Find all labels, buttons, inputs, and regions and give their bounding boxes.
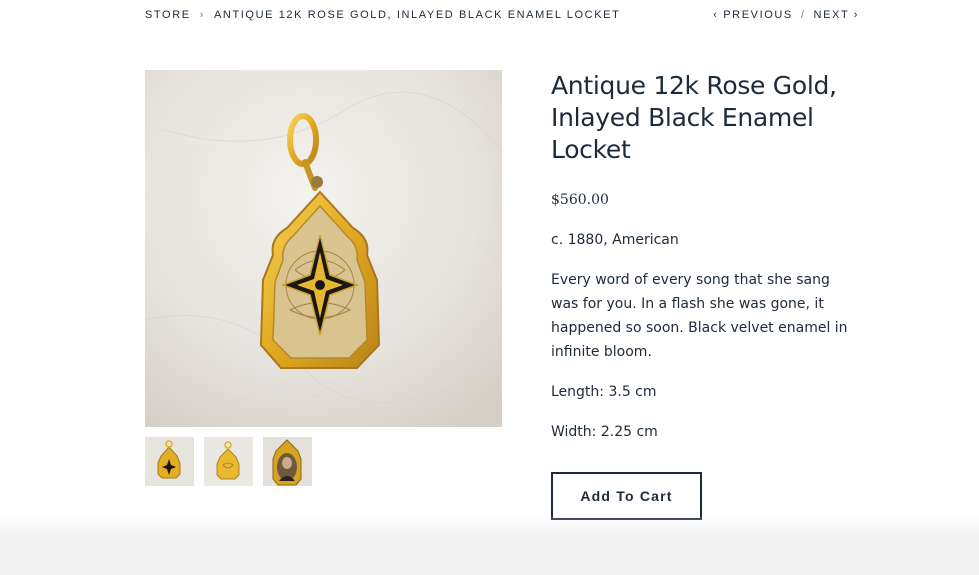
- product-width: Width: 2.25 cm: [551, 424, 658, 440]
- thumbnail-open-portrait[interactable]: [263, 437, 312, 486]
- thumbnail-back[interactable]: [204, 437, 253, 486]
- product-length: Length: 3.5 cm: [551, 384, 657, 400]
- previous-link[interactable]: ‹ PREVIOUS: [713, 9, 793, 21]
- add-to-cart-button[interactable]: Add To Cart: [551, 472, 702, 520]
- thumbnail-front-image: [145, 437, 194, 486]
- scroll-fade: [0, 515, 979, 539]
- product-price: $560.00: [551, 192, 609, 208]
- breadcrumb: STORE › ANTIQUE 12K ROSE GOLD, INLAYED BLA…: [145, 9, 620, 21]
- thumbnail-back-image: [204, 437, 253, 486]
- breadcrumb-current: ANTIQUE 12K ROSE GOLD, INLAYED BLACK ENA…: [213, 9, 621, 21]
- product-pager: ‹ PREVIOUS / NEXT ›: [713, 9, 859, 21]
- product-description: Every word of every song that she sang w…: [551, 272, 848, 360]
- product-title: Antique 12k Rose Gold, Inlayed Black Ena…: [551, 71, 837, 164]
- product-origin: c. 1880, American: [551, 232, 679, 248]
- thumbnail-front[interactable]: [145, 437, 194, 486]
- breadcrumb-separator: ›: [199, 9, 205, 21]
- next-link[interactable]: NEXT ›: [814, 9, 859, 21]
- bottom-bar: [0, 539, 979, 575]
- pager-slash: /: [800, 9, 806, 21]
- main-product-image[interactable]: [145, 70, 502, 427]
- locket-pendant-image: [145, 70, 502, 427]
- breadcrumb-store-link[interactable]: STORE: [145, 9, 191, 21]
- thumbnail-portrait-image: [263, 437, 312, 486]
- thumbnail-strip: [145, 437, 312, 486]
- product-info: Antique 12k Rose Gold, Inlayed Black Ena…: [551, 70, 861, 444]
